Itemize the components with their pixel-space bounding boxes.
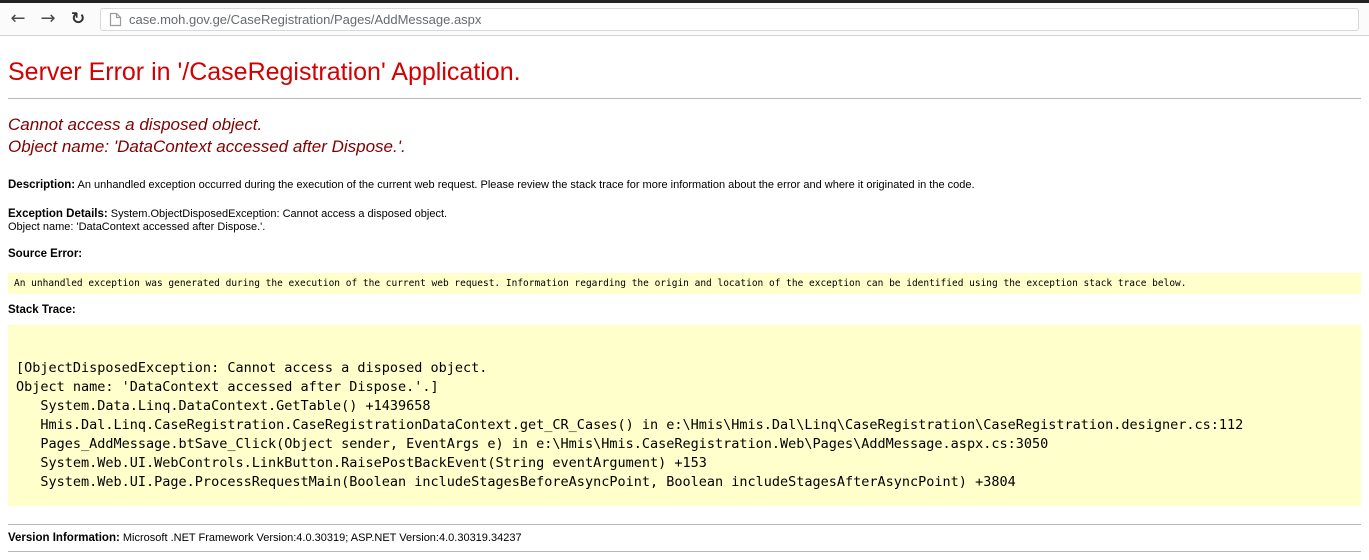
description-row: Description: An unhandled exception occu…: [8, 179, 1361, 192]
description-text: An unhandled exception occurred during t…: [78, 179, 975, 191]
exception-details-row: Exception Details: System.ObjectDisposed…: [8, 208, 1361, 234]
browser-toolbar: ← → ↻ case.moh.gov.ge/CaseRegistration/P…: [0, 0, 1369, 36]
page-title: Server Error in '/CaseRegistration' Appl…: [8, 58, 1361, 86]
document-page-icon[interactable]: [109, 12, 122, 27]
source-error-text: An unhandled exception was generated dur…: [14, 278, 1187, 289]
stack-trace-row: Stack Trace:: [8, 304, 1361, 317]
divider-bottom-2: [8, 551, 1361, 552]
error-page: Server Error in '/CaseRegistration' Appl…: [0, 58, 1369, 552]
stack-trace-label: Stack Trace:: [8, 304, 76, 316]
divider-bottom-1: [8, 524, 1361, 525]
version-info-label: Version Information:: [8, 532, 120, 544]
source-error-label: Source Error:: [8, 248, 82, 260]
description-label: Description:: [8, 179, 75, 191]
exception-details-label: Exception Details:: [8, 208, 108, 220]
source-error-box: An unhandled exception was generated dur…: [8, 273, 1361, 294]
forward-button[interactable]: →: [34, 5, 62, 33]
url-text: case.moh.gov.ge/CaseRegistration/Pages/A…: [129, 12, 481, 27]
browser-window: ← → ↻ case.moh.gov.ge/CaseRegistration/P…: [0, 0, 1369, 552]
version-info-text: Microsoft .NET Framework Version:4.0.303…: [123, 532, 522, 544]
error-message-line1: Cannot access a disposed object.: [8, 114, 1361, 136]
error-message-line2: Object name: 'DataContext accessed after…: [8, 136, 1361, 158]
back-button[interactable]: ←: [4, 5, 32, 33]
exception-details-text: System.ObjectDisposedException: Cannot a…: [111, 208, 447, 220]
address-bar[interactable]: case.moh.gov.ge/CaseRegistration/Pages/A…: [100, 8, 1359, 31]
version-info-row: Version Information: Microsoft .NET Fram…: [8, 532, 1361, 545]
divider-top: [8, 98, 1361, 99]
source-error-row: Source Error:: [8, 248, 1361, 261]
exception-details-text2: Object name: 'DataContext accessed after…: [8, 221, 265, 233]
reload-button[interactable]: ↻: [64, 5, 92, 33]
stack-trace-box: [ObjectDisposedException: Cannot access …: [8, 325, 1361, 506]
